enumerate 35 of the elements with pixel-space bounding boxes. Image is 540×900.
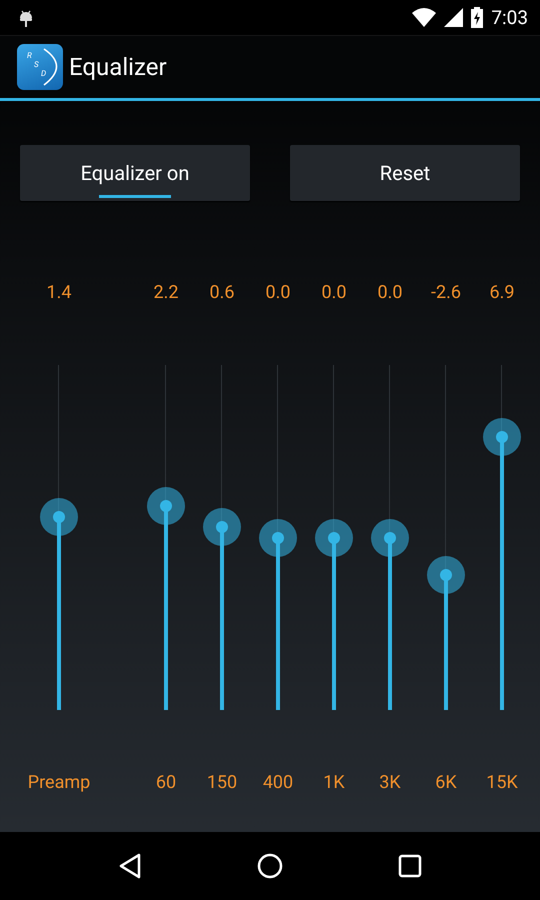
gain-reading: 6.9 xyxy=(490,282,514,304)
frequency-label: 150 xyxy=(206,772,238,794)
slider-thumb[interactable] xyxy=(259,518,297,556)
slider-thumb[interactable] xyxy=(147,487,185,526)
frequency-label: 6K xyxy=(435,772,457,794)
gain-reading: 0.0 xyxy=(266,282,290,304)
back-icon[interactable] xyxy=(118,853,142,879)
battery-icon xyxy=(471,7,484,28)
wifi-icon xyxy=(412,8,436,27)
gain-reading: 2.2 xyxy=(154,282,178,304)
frequency-label: 60 xyxy=(156,772,176,794)
slider-thumb[interactable] xyxy=(483,418,521,456)
frequency-label: 1K xyxy=(323,772,345,794)
recent-apps-icon[interactable] xyxy=(398,854,422,878)
app-title: Equalizer xyxy=(69,53,167,81)
slider-thumb[interactable] xyxy=(427,556,465,594)
preamp-label: Preamp xyxy=(28,772,90,794)
signal-icon xyxy=(444,8,464,27)
gain-reading: 0.6 xyxy=(210,282,234,304)
slider-thumb[interactable] xyxy=(40,498,78,536)
gain-reading: 0.0 xyxy=(378,282,402,304)
slider-thumb[interactable] xyxy=(315,518,353,556)
frequency-label: 3K xyxy=(379,772,401,794)
app-logo: R S D xyxy=(17,44,63,90)
home-icon[interactable] xyxy=(256,853,283,879)
frequency-label: 400 xyxy=(262,772,294,794)
slider-thumb[interactable] xyxy=(371,518,409,556)
slider-thumb[interactable] xyxy=(203,508,241,546)
frequency-label: 15K xyxy=(486,772,518,794)
gain-reading: 1.4 xyxy=(46,282,72,304)
clock-time: 7:03 xyxy=(491,6,528,29)
reset-button[interactable]: Reset xyxy=(290,145,520,201)
gain-reading: 0.0 xyxy=(322,282,346,304)
equalizer-toggle-button[interactable]: Equalizer on xyxy=(20,145,250,201)
gain-reading: -2.6 xyxy=(431,282,461,304)
